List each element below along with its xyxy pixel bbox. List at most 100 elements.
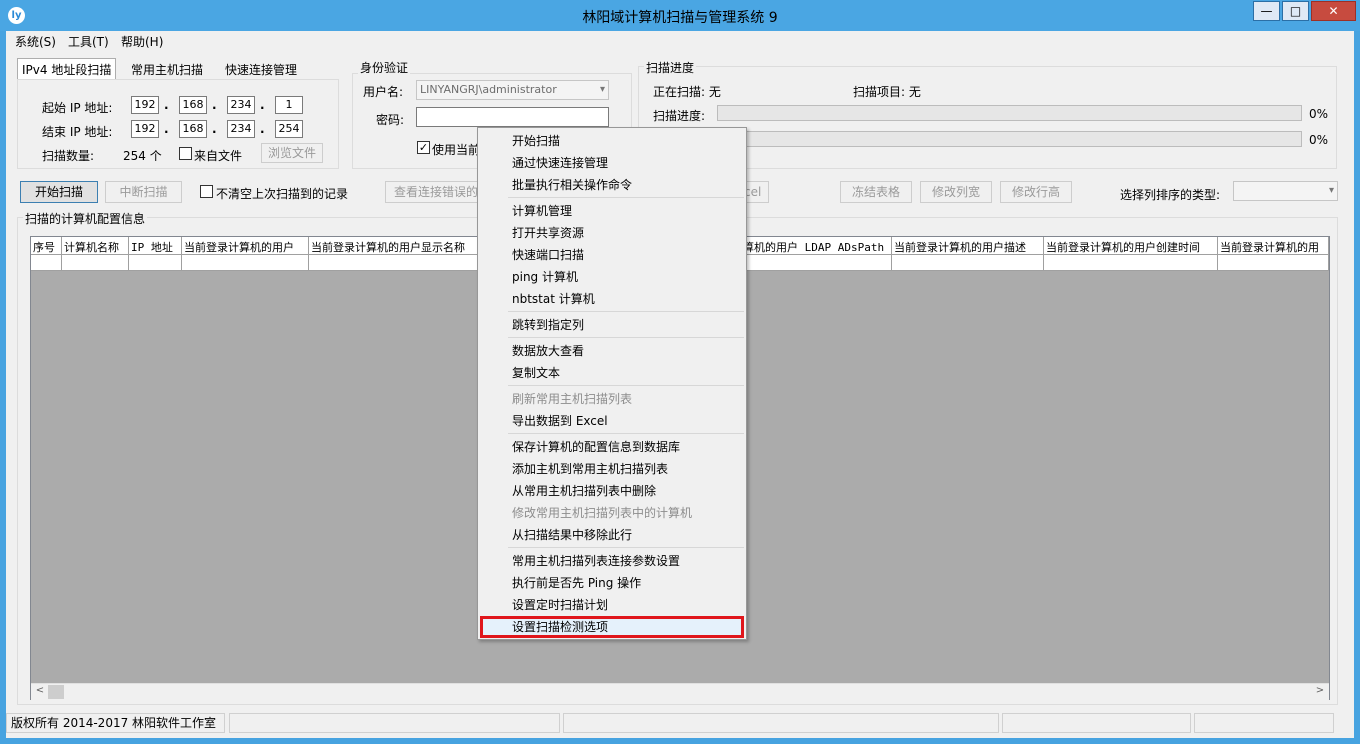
context-menu-item[interactable]: 打开共享资源 xyxy=(480,222,744,244)
status-panel xyxy=(229,713,560,733)
column-header[interactable]: IP 地址 xyxy=(129,237,182,271)
chevron-down-icon[interactable]: ▾ xyxy=(600,81,605,99)
ip-dot: . xyxy=(164,98,169,112)
column-header[interactable]: 当前登录计算机的用户描述 xyxy=(892,237,1044,271)
scroll-left-icon[interactable]: < xyxy=(33,685,47,699)
menu-bar: 系统(S) 工具(T) 帮助(H) xyxy=(6,31,1354,51)
context-menu-item[interactable]: nbtstat 计算机 xyxy=(480,288,744,310)
ip-dot: . xyxy=(212,98,217,112)
horizontal-scrollbar[interactable]: < > xyxy=(31,683,1329,700)
context-menu-item[interactable]: 执行前是否先 Ping 操作 xyxy=(480,572,744,594)
menu-separator xyxy=(508,433,744,434)
ip-dot: . xyxy=(164,122,169,136)
context-menu-item[interactable]: 复制文本 xyxy=(480,362,744,384)
context-menu-item[interactable]: 设置扫描检测选项 xyxy=(480,616,744,638)
keep-records-label: 不清空上次扫描到的记录 xyxy=(216,187,349,201)
title-bar[interactable]: ly 林阳域计算机扫描与管理系统 9 — □ ✕ xyxy=(0,0,1360,31)
context-menu-item[interactable]: 从扫描结果中移除此行 xyxy=(480,524,744,546)
menu-system[interactable]: 系统(S) xyxy=(15,33,56,50)
scroll-right-icon[interactable]: > xyxy=(1313,685,1327,699)
status-bar: 版权所有 2014-2017 林阳软件工作室 xyxy=(6,711,1354,735)
column-width-button[interactable]: 修改列宽 xyxy=(920,181,992,203)
column-header[interactable]: 算机的用户 LDAP ADsPath xyxy=(741,237,892,271)
tab-ipv4-scan[interactable]: IPv4 地址段扫描 xyxy=(17,58,117,80)
start-ip-octet-4[interactable]: 1 xyxy=(275,96,303,114)
minimize-button[interactable]: — xyxy=(1253,1,1280,21)
maximize-button[interactable]: □ xyxy=(1282,1,1309,21)
tab-quick-connect[interactable]: 快速连接管理 xyxy=(225,61,297,78)
status-panel xyxy=(563,713,999,733)
end-ip-octet-2[interactable]: 168 xyxy=(179,120,207,138)
context-menu-item[interactable]: 修改常用主机扫描列表中的计算机 xyxy=(480,502,744,524)
column-header[interactable]: 计算机名称 xyxy=(62,237,129,271)
chevron-down-icon[interactable]: ▾ xyxy=(1329,182,1334,200)
ip-dot: . xyxy=(212,122,217,136)
scan-count-label: 扫描数量: xyxy=(42,149,95,163)
context-menu-item[interactable]: 计算机管理 xyxy=(480,200,744,222)
auth-group-label: 身份验证 xyxy=(358,59,411,76)
start-ip-octet-3[interactable]: 234 xyxy=(227,96,255,114)
scan-progress-bar-1 xyxy=(717,105,1302,121)
context-menu-item[interactable]: 数据放大查看 xyxy=(480,340,744,362)
start-ip-octet-1[interactable]: 192 xyxy=(131,96,159,114)
context-menu-item[interactable]: 设置定时扫描计划 xyxy=(480,594,744,616)
end-ip-octet-1[interactable]: 192 xyxy=(131,120,159,138)
context-menu: 开始扫描 通过快速连接管理 批量执行相关操作命令 计算机管理 打开共享资源 快速端口扫描 p… xyxy=(477,127,747,640)
view-errors-button[interactable]: 查看连接错误的 xyxy=(385,181,485,203)
context-menu-item[interactable]: 快速端口扫描 xyxy=(480,244,744,266)
column-header[interactable]: 当前登录计算机的用户创建时间 xyxy=(1044,237,1218,271)
end-ip-octet-3[interactable]: 234 xyxy=(227,120,255,138)
progress-label: 扫描进度: xyxy=(653,109,706,123)
column-header[interactable]: 当前登录计算机的用 xyxy=(1218,237,1329,271)
row-height-button[interactable]: 修改行高 xyxy=(1000,181,1072,203)
ip-dot: . xyxy=(260,98,265,112)
context-menu-item[interactable]: 导出数据到 Excel xyxy=(480,410,744,432)
sort-type-combo[interactable]: ▾ xyxy=(1233,181,1338,201)
context-menu-item[interactable]: 批量执行相关操作命令 xyxy=(480,174,744,196)
context-menu-item[interactable]: 添加主机到常用主机扫描列表 xyxy=(480,458,744,480)
context-menu-item[interactable]: 从常用主机扫描列表中删除 xyxy=(480,480,744,502)
use-current-label: 使用当前 xyxy=(432,143,481,157)
status-panel xyxy=(1002,713,1191,733)
context-menu-item[interactable]: 通过快速连接管理 xyxy=(480,152,744,174)
progress-pct-1: 0% xyxy=(1309,107,1329,121)
scan-progress-bar-2 xyxy=(717,131,1302,147)
context-menu-item[interactable]: 刷新常用主机扫描列表 xyxy=(480,388,744,410)
scanning-status: 正在扫描: 无 xyxy=(653,85,721,99)
context-menu-item[interactable]: 开始扫描 xyxy=(480,130,744,152)
app-window: ly 林阳域计算机扫描与管理系统 9 — □ ✕ 系统(S) 工具(T) 帮助(… xyxy=(0,0,1360,744)
progress-pct-2: 0% xyxy=(1309,133,1329,147)
username-combo[interactable]: LINYANGRJ\administrator ▾ xyxy=(416,80,609,100)
context-menu-item[interactable]: 常用主机扫描列表连接参数设置 xyxy=(480,550,744,572)
context-menu-item[interactable]: ping 计算机 xyxy=(480,266,744,288)
password-input[interactable] xyxy=(416,107,609,127)
use-current-checkbox[interactable]: ✓ xyxy=(417,141,430,154)
context-menu-item[interactable]: 保存计算机的配置信息到数据库 xyxy=(480,436,744,458)
tab-common-hosts[interactable]: 常用主机扫描 xyxy=(131,61,203,78)
menu-help[interactable]: 帮助(H) xyxy=(121,33,163,50)
context-menu-item[interactable]: 跳转到指定列 xyxy=(480,314,744,336)
window-title: 林阳域计算机扫描与管理系统 9 xyxy=(582,10,778,26)
scan-count-value: 254 个 xyxy=(123,149,162,163)
status-copyright: 版权所有 2014-2017 林阳软件工作室 xyxy=(6,713,225,733)
username-value: LINYANGRJ\administrator xyxy=(420,83,557,96)
from-file-label: 来自文件 xyxy=(194,149,243,163)
from-file-checkbox[interactable] xyxy=(179,147,192,160)
column-header[interactable]: 序号 xyxy=(31,237,62,271)
stop-scan-button[interactable]: 中断扫描 xyxy=(105,181,182,203)
start-ip-octet-2[interactable]: 168 xyxy=(179,96,207,114)
menu-separator xyxy=(508,385,744,386)
password-label: 密码: xyxy=(376,113,405,127)
start-scan-button[interactable]: 开始扫描 xyxy=(20,181,98,203)
column-header[interactable]: 当前登录计算机的用户显示名称 xyxy=(309,237,489,271)
start-ip-label: 起始 IP 地址: xyxy=(42,101,113,115)
scroll-thumb[interactable] xyxy=(48,685,64,699)
column-header[interactable]: 当前登录计算机的用户 xyxy=(182,237,309,271)
end-ip-octet-4[interactable]: 254 xyxy=(275,120,303,138)
ip-dot: . xyxy=(260,122,265,136)
keep-records-checkbox[interactable] xyxy=(200,185,213,198)
freeze-table-button[interactable]: 冻结表格 xyxy=(840,181,912,203)
menu-tools[interactable]: 工具(T) xyxy=(68,33,109,50)
browse-file-button[interactable]: 浏览文件 xyxy=(261,143,323,163)
close-button[interactable]: ✕ xyxy=(1311,1,1356,21)
